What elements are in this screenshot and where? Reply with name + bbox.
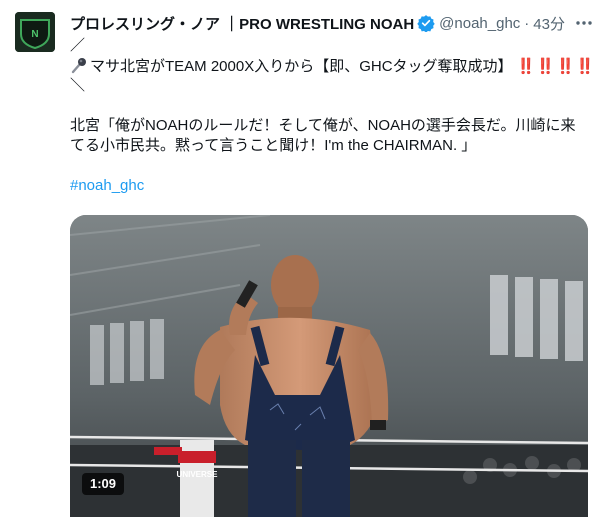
- slash-bottom: ＼: [70, 77, 86, 94]
- quote-line-1: 北宮「俺がNOAHのルールだ！そして俺が、NOAHの選手会長だ。川崎に来: [70, 117, 576, 134]
- microphone-emoji-icon: [70, 56, 88, 74]
- tweet-header: プロレスリング・ノア ｜PRO WRESTLING NOAH @noah_ghc…: [70, 12, 569, 34]
- tweet-text: ／ マサ北宮がTEAM 2000X入りから【即、GHCタッグ奪取成功】 ‼️‼️…: [70, 36, 594, 196]
- exclamation-emphasis: ‼️‼️‼️‼️: [516, 58, 596, 75]
- more-options-icon[interactable]: [573, 12, 595, 34]
- display-name[interactable]: プロレスリング・ノア ｜PRO WRESTLING NOAH: [70, 13, 414, 34]
- tweet-card: N プロレスリング・ノア ｜PRO WRESTLING NOAH @noah_g…: [0, 0, 609, 517]
- user-handle[interactable]: @noah_ghc: [439, 15, 520, 32]
- verified-badge-icon: [417, 14, 435, 33]
- timestamp[interactable]: 43分: [533, 13, 565, 34]
- ring-banner-text: UNIVERSE: [177, 470, 219, 479]
- separator-dot: ·: [524, 14, 530, 32]
- video-player[interactable]: UNIVERSE: [70, 215, 588, 517]
- noah-logo-icon: N: [15, 12, 55, 52]
- video-thumbnail: UNIVERSE: [70, 215, 588, 517]
- headline-line: マサ北宮がTEAM 2000X入りから【即、GHCタッグ奪取成功】 ‼️‼️‼️…: [70, 56, 594, 76]
- headline-text: マサ北宮がTEAM 2000X入りから【即、GHCタッグ奪取成功】: [90, 58, 513, 75]
- hashtag-link[interactable]: #noah_ghc: [70, 177, 144, 194]
- avatar[interactable]: N: [15, 12, 55, 52]
- video-duration-badge: 1:09: [82, 473, 125, 495]
- slash-top: ／: [70, 37, 86, 54]
- svg-text:N: N: [31, 29, 38, 40]
- quote-line-2: てる小市民共。黙って言うこと聞け！I'm the CHAIRMAN. 」: [70, 137, 477, 154]
